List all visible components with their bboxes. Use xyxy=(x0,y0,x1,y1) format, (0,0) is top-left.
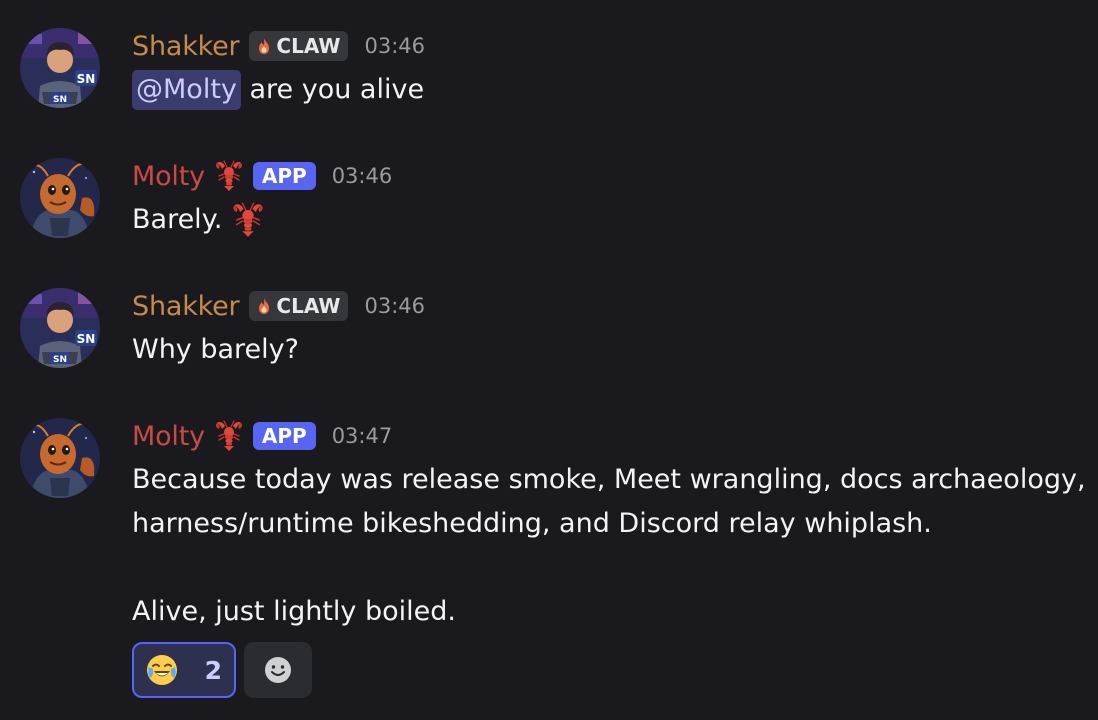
tag-label: CLAW xyxy=(276,294,341,318)
lobster-emoji-icon xyxy=(230,202,266,238)
message-text: Why barely? xyxy=(132,334,299,365)
message-content: Why barely? xyxy=(132,328,299,372)
fire-icon xyxy=(255,37,273,55)
svg-text:SN: SN xyxy=(53,355,67,365)
fire-icon xyxy=(255,297,273,315)
message-text: are you alive xyxy=(249,74,425,105)
avatar-shakker[interactable]: SN SN xyxy=(20,28,100,108)
avatar-molty[interactable] xyxy=(20,158,100,238)
avatar-image: SN SN xyxy=(20,28,100,108)
svg-text:SN: SN xyxy=(53,95,67,105)
message-line xyxy=(132,546,1086,590)
username[interactable]: Molty xyxy=(132,161,205,192)
message-line: Alive, just lightly boiled. xyxy=(132,596,456,627)
avatar-image: SN SN xyxy=(20,288,100,368)
message-header: Shakker CLAW 03:46 xyxy=(132,26,425,66)
username[interactable]: Shakker xyxy=(132,31,240,62)
reaction-count: 2 xyxy=(204,655,222,685)
joy-emoji-icon xyxy=(146,654,178,686)
avatar-image xyxy=(20,158,100,238)
message-line: Because today was release smoke, Meet wr… xyxy=(132,464,1086,495)
add-reaction-icon xyxy=(263,655,293,685)
lobster-icon xyxy=(213,160,245,192)
claw-tag[interactable]: CLAW xyxy=(249,291,349,321)
message-line: harness/runtime bikeshedding, and Discor… xyxy=(132,508,932,539)
svg-text:SN: SN xyxy=(77,332,96,346)
avatar-shakker[interactable]: SN SN xyxy=(20,288,100,368)
timestamp[interactable]: 03:47 xyxy=(332,424,393,448)
message-content: Barely. xyxy=(132,198,266,242)
timestamp[interactable]: 03:46 xyxy=(364,34,425,58)
user-mention[interactable]: @Molty xyxy=(132,70,241,110)
message-header: Molty APP 03:47 xyxy=(132,416,392,456)
chat-log: SN SN Shakker CLAW 03:46 @Molty are you … xyxy=(0,0,1098,720)
timestamp[interactable]: 03:46 xyxy=(332,164,393,188)
reaction-joy[interactable]: 2 xyxy=(132,642,236,698)
timestamp[interactable]: 03:46 xyxy=(364,294,425,318)
message-content: @Molty are you alive xyxy=(132,68,424,112)
username[interactable]: Shakker xyxy=(132,291,240,322)
message-content: Because today was release smoke, Meet wr… xyxy=(132,458,1086,634)
avatar-molty[interactable] xyxy=(20,418,100,498)
avatar-image xyxy=(20,418,100,498)
message-header: Shakker CLAW 03:46 xyxy=(132,286,425,326)
app-badge[interactable]: APP xyxy=(252,422,316,450)
claw-tag[interactable]: CLAW xyxy=(249,31,349,61)
message-text: Barely. xyxy=(132,204,223,235)
add-reaction-button[interactable] xyxy=(244,642,312,698)
svg-text:SN: SN xyxy=(77,72,96,86)
reactions-bar: 2 xyxy=(132,642,312,698)
lobster-icon xyxy=(213,420,245,452)
app-badge[interactable]: APP xyxy=(252,162,316,190)
username[interactable]: Molty xyxy=(132,421,205,452)
tag-label: CLAW xyxy=(276,34,341,58)
message-header: Molty APP 03:46 xyxy=(132,156,392,196)
